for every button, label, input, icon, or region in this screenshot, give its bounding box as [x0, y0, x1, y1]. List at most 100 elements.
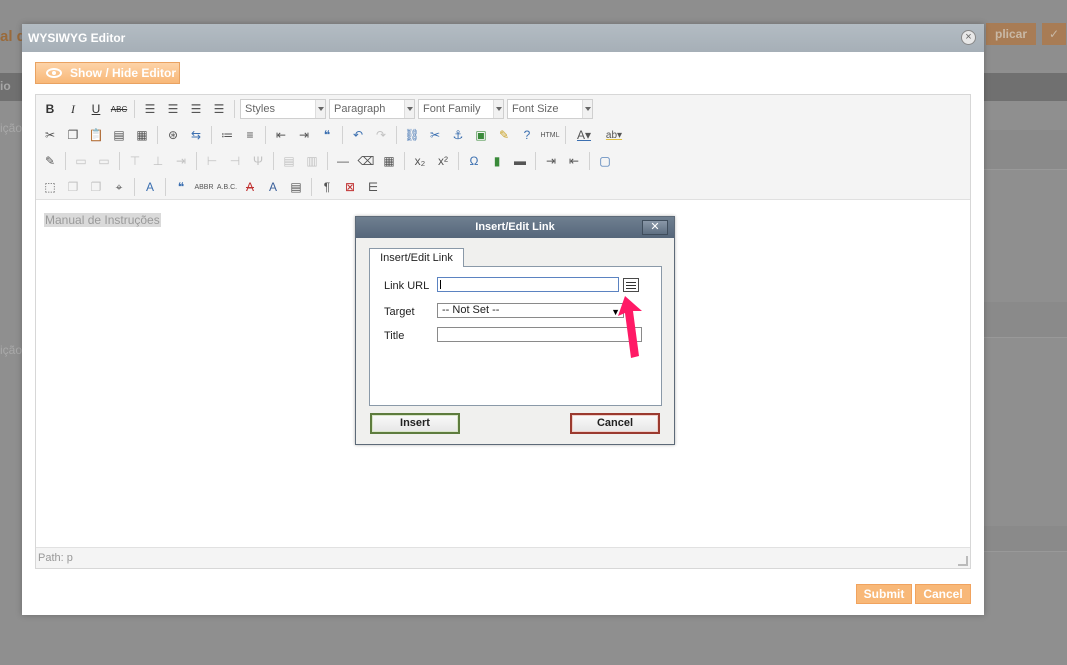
paste-word-icon[interactable]: ▦: [132, 125, 152, 145]
font-size-select-label: Font Size: [512, 103, 559, 115]
edit-icon[interactable]: ✎: [40, 151, 60, 171]
ltr-icon[interactable]: ⇥: [541, 151, 561, 171]
cut-icon[interactable]: ✂: [40, 125, 60, 145]
page-break-icon[interactable]: ⋿: [363, 177, 383, 197]
highlight-color-button[interactable]: ab ▾: [600, 125, 628, 145]
superscript-button[interactable]: x²: [433, 151, 453, 171]
toolbar-separator: [196, 152, 197, 170]
outdent-icon[interactable]: ⇤: [271, 125, 291, 145]
copy-icon[interactable]: ❐: [63, 125, 83, 145]
indent-icon[interactable]: ⇥: [294, 125, 314, 145]
replace-icon[interactable]: ⇆: [186, 125, 206, 145]
align-left-icon[interactable]: ☰: [140, 99, 160, 119]
find-icon[interactable]: ⊛: [163, 125, 183, 145]
abbr-button[interactable]: ABBR: [194, 177, 214, 197]
media-icon[interactable]: ▮: [487, 151, 507, 171]
font-family-select[interactable]: Font Family: [418, 99, 504, 119]
dialog-close-button[interactable]: ✕: [642, 220, 668, 235]
styles-select-label: Styles: [245, 103, 275, 115]
redo-icon[interactable]: ↷: [371, 125, 391, 145]
toolbar-separator: [134, 178, 135, 196]
help-icon[interactable]: ?: [517, 125, 537, 145]
styleprops-icon[interactable]: A: [140, 177, 160, 197]
align-justify-icon[interactable]: ☰: [209, 99, 229, 119]
nonbreaking-icon[interactable]: ▬: [510, 151, 530, 171]
subscript-button[interactable]: x₂: [410, 151, 430, 171]
move-forward-icon[interactable]: ❐: [63, 177, 83, 197]
cancel-button[interactable]: Cancel: [915, 584, 971, 604]
image-icon[interactable]: ▣: [471, 125, 491, 145]
text-caret: [440, 280, 441, 289]
cite-icon[interactable]: ❝: [171, 177, 191, 197]
text-color-button[interactable]: A ▾: [571, 125, 597, 145]
background-row: [984, 526, 1067, 552]
link-url-input[interactable]: [437, 277, 619, 292]
link-icon[interactable]: ⛓: [402, 125, 422, 145]
bold-button[interactable]: B: [40, 99, 60, 119]
rtl-icon[interactable]: ⇤: [564, 151, 584, 171]
remove-format-icon[interactable]: ⌫: [356, 151, 376, 171]
dialog-cancel-button[interactable]: Cancel: [570, 413, 660, 434]
show-hide-editor-button[interactable]: Show / Hide Editor: [35, 62, 180, 84]
fullscreen-icon[interactable]: ▢: [595, 151, 615, 171]
target-select[interactable]: -- Not Set -- ▼: [437, 303, 624, 318]
col-after-icon[interactable]: ⊣: [225, 151, 245, 171]
insert-layer-icon[interactable]: ⬚: [40, 177, 60, 197]
toolbar-separator: [134, 100, 135, 118]
resize-handle-icon[interactable]: [958, 556, 968, 566]
merge-cells-icon[interactable]: ▥: [302, 151, 322, 171]
visual-aid-icon[interactable]: ⊠: [340, 177, 360, 197]
toolbar-separator: [273, 152, 274, 170]
horizontal-rule-icon[interactable]: —: [333, 151, 353, 171]
styles-select[interactable]: Styles: [240, 99, 326, 119]
browse-icon[interactable]: [623, 278, 639, 292]
font-size-select[interactable]: Font Size: [507, 99, 593, 119]
strikethrough-button[interactable]: ABC: [109, 99, 129, 119]
anchor-icon[interactable]: ⚓: [448, 125, 468, 145]
row-before-icon[interactable]: ⊤: [125, 151, 145, 171]
title-input[interactable]: [437, 327, 642, 342]
paste-icon[interactable]: 📋: [86, 125, 106, 145]
layer-icon[interactable]: ▭: [71, 151, 91, 171]
paste-text-icon[interactable]: ▤: [109, 125, 129, 145]
del-icon[interactable]: A: [240, 177, 260, 197]
toolbar-row-4: ⬚ ❐ ❐ ⌖ A ❝ ABBR A.B.C. A A ▤ ¶ ⊠ ⋿: [40, 176, 383, 198]
paragraph-select[interactable]: Paragraph: [329, 99, 415, 119]
row-after-icon[interactable]: ⊥: [148, 151, 168, 171]
layer-move-icon[interactable]: ▭: [94, 151, 114, 171]
submit-button[interactable]: Submit: [856, 584, 912, 604]
ins-icon[interactable]: A: [263, 177, 283, 197]
editor-content-text: Manual de Instruções: [44, 213, 161, 227]
paragraph-select-label: Paragraph: [334, 103, 386, 115]
col-before-icon[interactable]: ⊢: [202, 151, 222, 171]
delete-col-icon[interactable]: Ψ: [248, 151, 268, 171]
align-right-icon[interactable]: ☰: [186, 99, 206, 119]
chevron-down-icon: [582, 100, 592, 118]
text-color-label: A: [576, 128, 585, 142]
absolute-icon[interactable]: ⌖: [109, 177, 129, 197]
close-icon[interactable]: ×: [961, 30, 976, 45]
align-center-icon[interactable]: ☰: [163, 99, 183, 119]
italic-button[interactable]: I: [63, 99, 83, 119]
delete-row-icon[interactable]: ⇥: [171, 151, 191, 171]
attribs-icon[interactable]: ▤: [286, 177, 306, 197]
insert-button[interactable]: Insert: [370, 413, 460, 434]
special-char-button[interactable]: Ω: [464, 151, 484, 171]
toolbar-row-3: ✎ ▭ ▭ ⊤ ⊥ ⇥ ⊢ ⊣ Ψ ▤ ▥ — ⌫ ▦ x₂ x² Ω ▮ ▬ …: [40, 150, 615, 172]
split-cells-icon[interactable]: ▤: [279, 151, 299, 171]
apply-button[interactable]: plicar: [986, 23, 1036, 45]
unlink-icon[interactable]: ✂: [425, 125, 445, 145]
check-icon[interactable]: ✓: [1042, 23, 1066, 45]
undo-icon[interactable]: ↶: [348, 125, 368, 145]
bullet-list-icon[interactable]: ≔: [217, 125, 237, 145]
blockquote-icon[interactable]: ❝: [317, 125, 337, 145]
acronym-button[interactable]: A.B.C.: [217, 177, 237, 197]
visual-chars-button[interactable]: ¶: [317, 177, 337, 197]
table-icon[interactable]: ▦: [379, 151, 399, 171]
html-source-button[interactable]: HTML: [540, 125, 560, 145]
numbered-list-icon[interactable]: ≡: [240, 125, 260, 145]
tab-insert-edit-link[interactable]: Insert/Edit Link: [369, 248, 464, 267]
cleanup-icon[interactable]: ✎: [494, 125, 514, 145]
underline-button[interactable]: U: [86, 99, 106, 119]
move-backward-icon[interactable]: ❐: [86, 177, 106, 197]
